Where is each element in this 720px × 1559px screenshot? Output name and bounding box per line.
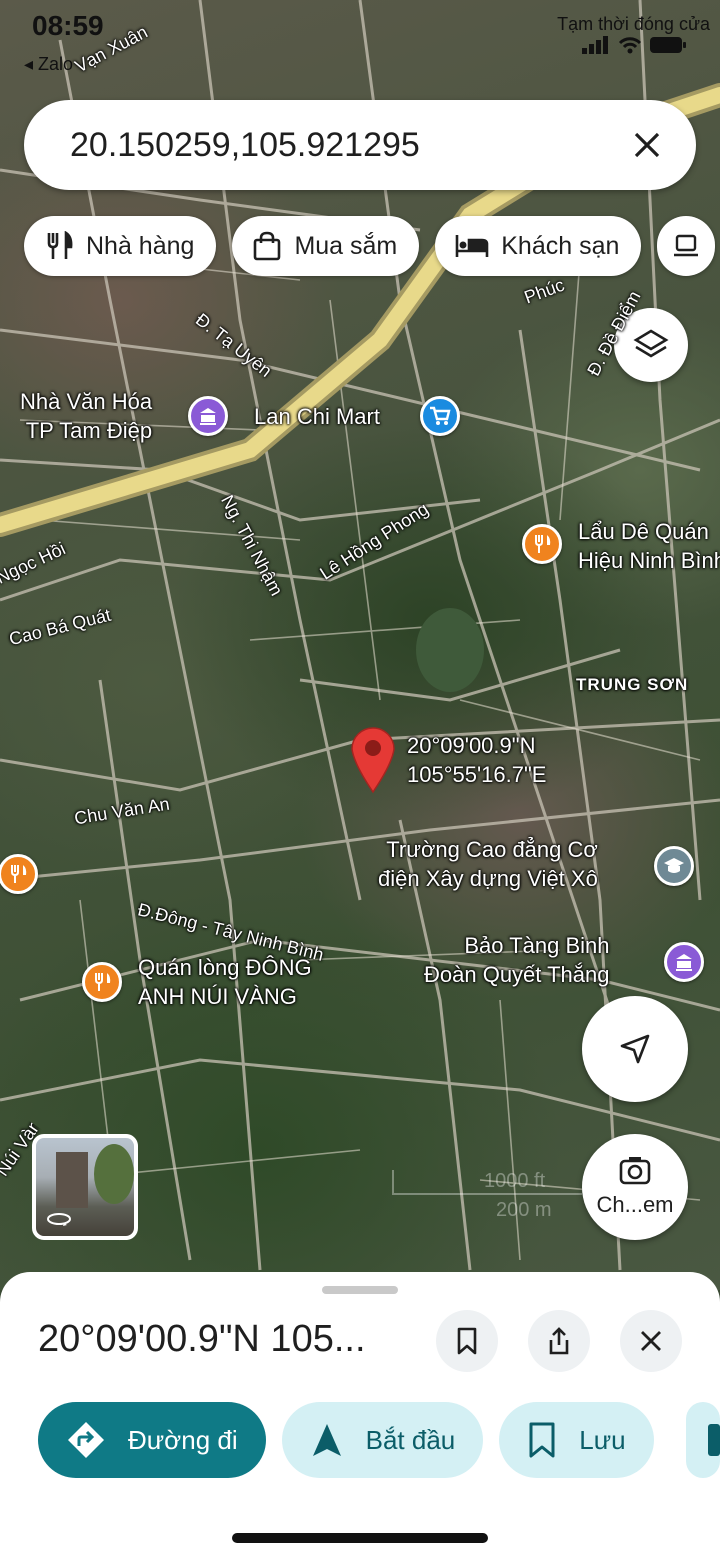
my-location-button[interactable]: [582, 996, 688, 1102]
place-label-bao-tang-line1: Bảo Tàng Binh: [464, 933, 610, 958]
cart-icon: [430, 406, 451, 425]
battery-icon: [650, 37, 686, 53]
shopping-bag-icon: [254, 231, 281, 261]
place-title: 20°09'00.9"N 105...: [38, 1318, 366, 1360]
fork-knife-icon: [95, 973, 111, 991]
directions-label: Đường đi: [128, 1424, 238, 1455]
map-scale: 1000 ft 200 m: [392, 1170, 582, 1222]
search-bar[interactable]: 20.150259,105.921295: [24, 100, 696, 190]
place-label-nha-van-hoa-line2: TP Tam Điệp: [25, 417, 153, 443]
save-bookmark-button[interactable]: [436, 1310, 498, 1372]
fork-knife-icon: [11, 865, 27, 883]
laptop-icon: [674, 234, 699, 257]
pin-coordinates-label: 20°09'00.9"N 105°55'16.7"E: [407, 732, 546, 789]
chip-restaurants-label: Nhà hàng: [86, 231, 195, 260]
close-icon: [634, 132, 660, 158]
chip-hotels[interactable]: Khách sạn: [435, 216, 642, 276]
save-label: Lưu: [579, 1424, 626, 1455]
place-label-lau-de[interactable]: Lẩu Dê Quán Hiệu Ninh Bình: [578, 518, 720, 575]
scale-feet: 1000 ft: [392, 1170, 582, 1195]
museum-pin-nha-van-hoa[interactable]: [188, 396, 228, 436]
place-label-bao-tang[interactable]: Bảo Tàng Binh Đoàn Quyết Thắng: [424, 932, 610, 989]
place-label-bao-tang-line2: Đoàn Quyết Thắng: [424, 961, 610, 987]
bookmark-icon: [529, 1422, 555, 1458]
place-bottom-sheet[interactable]: 20°09'00.9"N 105... Đường đi Bắt đầu Lưu: [0, 1272, 720, 1559]
navigation-arrow-icon: [312, 1424, 341, 1456]
camera-lens-icon: [619, 1157, 651, 1185]
place-label-nha-van-hoa[interactable]: Nhà Văn Hóa TP Tam Điệp: [20, 388, 152, 445]
place-label-nha-van-hoa-line1: Nhà Văn Hóa: [20, 389, 153, 414]
chip-more[interactable]: [657, 216, 716, 276]
camera-search-label: Ch...em: [596, 1192, 674, 1217]
restaurant-pin-lau-de[interactable]: [522, 524, 562, 564]
scale-meters: 200 m: [496, 1199, 552, 1221]
share-button[interactable]: [528, 1310, 590, 1372]
shop-pin-lan-chi[interactable]: [420, 396, 460, 436]
place-status-text: Tạm thời đóng cửa: [557, 14, 710, 34]
layers-icon: [633, 329, 669, 358]
place-label-truong[interactable]: Trường Cao đẳng Cơ điện Xây dựng Việt Xô: [378, 836, 598, 893]
phone-icon-partial: [708, 1424, 720, 1456]
street-view-tree: [94, 1144, 134, 1204]
camera-search-button[interactable]: Ch...em: [582, 1134, 688, 1240]
fork-knife-icon: [47, 231, 73, 259]
action-buttons: Đường đi Bắt đầu Lưu: [38, 1402, 654, 1478]
bookmark-icon: [457, 1327, 477, 1355]
status-icons: [582, 36, 686, 54]
wifi-icon: [618, 37, 642, 54]
area-label-trung-son: TRUNG SƠN: [576, 675, 689, 694]
map-view[interactable]: 08:59 ◂ Zalo Tạm thời đóng cửa 20.150259…: [0, 0, 720, 1290]
museum-pin-bao-tang[interactable]: [664, 942, 704, 982]
share-icon: [549, 1327, 569, 1355]
save-button[interactable]: Lưu: [499, 1402, 654, 1478]
chip-shopping-label: Mua sắm: [294, 231, 398, 260]
close-icon: [641, 1331, 661, 1351]
navigation-arrow-icon: [620, 1034, 650, 1064]
more-actions-button[interactable]: [686, 1402, 720, 1478]
start-label: Bắt đầu: [365, 1424, 456, 1455]
directions-icon: [68, 1422, 104, 1458]
school-pin-truong[interactable]: [654, 846, 694, 886]
search-input[interactable]: 20.150259,105.921295: [70, 126, 420, 165]
place-label-lan-chi[interactable]: Lan Chi Mart: [254, 403, 380, 432]
directions-button[interactable]: Đường đi: [38, 1402, 266, 1478]
status-time: 08:59: [32, 10, 104, 41]
category-chips: Nhà hàng Mua sắm Khách sạn: [24, 216, 716, 276]
chip-restaurants[interactable]: Nhà hàng: [24, 216, 217, 276]
place-label-truong-line1: Trường Cao đẳng Cơ: [386, 837, 598, 862]
place-label-quan-long-line2: ANH NÚI VÀNG: [138, 983, 297, 1009]
dropped-pin-icon[interactable]: [348, 724, 398, 794]
chip-shopping[interactable]: Mua sắm: [232, 216, 420, 276]
place-label-lau-de-line1: Lẩu Dê Quán: [578, 519, 709, 544]
street-view-house: [56, 1152, 88, 1208]
fork-knife-icon: [535, 535, 551, 553]
rotate-360-icon: [47, 1213, 71, 1226]
home-indicator[interactable]: [232, 1533, 488, 1543]
sheet-drag-handle[interactable]: [322, 1286, 398, 1294]
museum-icon: [676, 954, 692, 971]
start-navigation-button[interactable]: Bắt đầu: [281, 1402, 484, 1478]
bed-icon: [455, 235, 489, 257]
back-to-app-link[interactable]: ◂ Zalo: [24, 54, 73, 75]
clear-search-button[interactable]: [624, 122, 670, 168]
place-label-quan-long-line1: Quán lòng ĐÔNG: [138, 955, 312, 980]
place-label-truong-line2: điện Xây dựng Việt Xô: [378, 865, 598, 891]
restaurant-pin-quan-long[interactable]: [82, 962, 122, 1002]
chip-hotels-label: Khách sạn: [501, 231, 620, 260]
close-sheet-button[interactable]: [620, 1310, 682, 1372]
street-view-thumbnail[interactable]: [32, 1134, 138, 1240]
graduation-cap-icon: [664, 858, 684, 873]
place-label-quan-long[interactable]: Quán lòng ĐÔNG ANH NÚI VÀNG: [138, 954, 312, 1011]
landmark-icon: [200, 408, 216, 425]
pin-latitude: 20°09'00.9"N: [407, 733, 536, 758]
pin-longitude: 105°55'16.7"E: [407, 761, 547, 787]
place-label-lau-de-line2: Hiệu Ninh Bình: [578, 547, 720, 573]
signal-icon: [582, 36, 608, 54]
